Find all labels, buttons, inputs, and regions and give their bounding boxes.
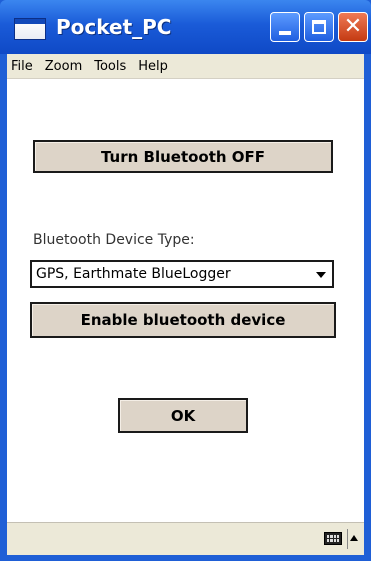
enable-bluetooth-device-label: Enable bluetooth device bbox=[80, 311, 286, 329]
chevron-up-icon[interactable] bbox=[350, 535, 358, 541]
minimize-button[interactable] bbox=[270, 12, 300, 42]
divider bbox=[347, 529, 348, 549]
window-title: Pocket_PC bbox=[56, 15, 172, 39]
device-type-dropdown[interactable]: GPS, Earthmate BlueLogger bbox=[30, 260, 334, 288]
menu-zoom[interactable]: Zoom bbox=[39, 59, 88, 74]
turn-bluetooth-off-button[interactable]: Turn Bluetooth OFF bbox=[33, 140, 333, 173]
chevron-down-icon[interactable] bbox=[316, 272, 326, 278]
bottom-bar bbox=[7, 522, 364, 555]
pocket-pc-app-icon bbox=[14, 18, 46, 40]
maximize-button[interactable] bbox=[304, 12, 334, 42]
device-type-selected: GPS, Earthmate BlueLogger bbox=[36, 266, 231, 282]
title-bar[interactable]: Pocket_PC ✕ bbox=[0, 0, 371, 54]
maximize-icon bbox=[312, 20, 326, 34]
enable-bluetooth-device-button[interactable]: Enable bluetooth device bbox=[30, 302, 336, 338]
close-button[interactable]: ✕ bbox=[338, 12, 368, 42]
turn-bluetooth-off-label: Turn Bluetooth OFF bbox=[100, 147, 266, 166]
menu-bar: File Zoom Tools Help bbox=[7, 54, 364, 79]
close-icon: ✕ bbox=[343, 14, 363, 39]
ok-button[interactable]: OK bbox=[118, 398, 248, 433]
menu-tools[interactable]: Tools bbox=[88, 59, 132, 74]
device-type-label: Bluetooth Device Type: bbox=[33, 232, 195, 248]
menu-help[interactable]: Help bbox=[132, 59, 174, 74]
ok-label: OK bbox=[170, 406, 196, 425]
menu-file[interactable]: File bbox=[7, 59, 39, 74]
minimize-icon bbox=[279, 31, 291, 35]
keyboard-icon[interactable] bbox=[324, 532, 342, 545]
